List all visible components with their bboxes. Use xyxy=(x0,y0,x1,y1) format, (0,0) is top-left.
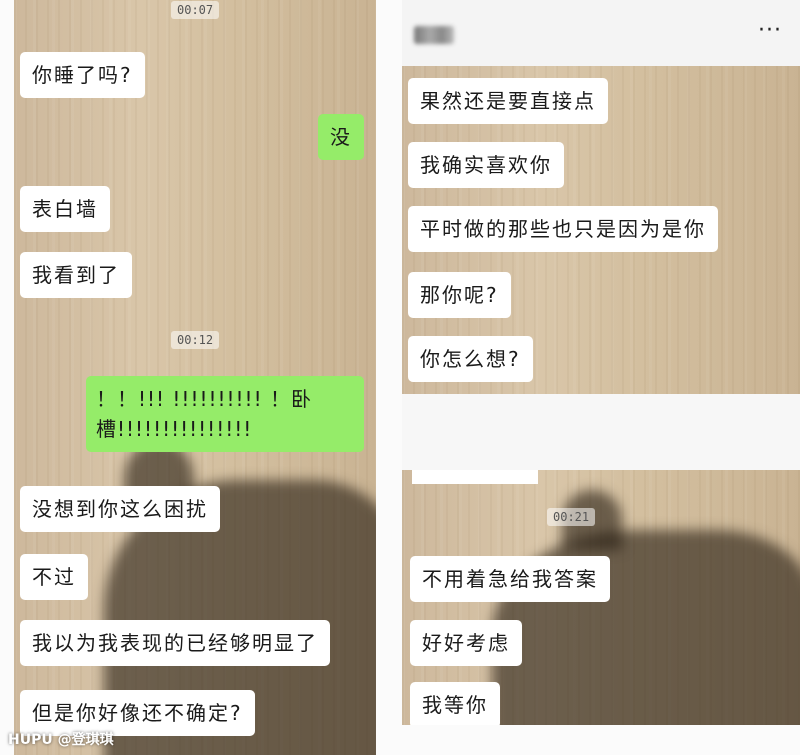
right-chat-panel-top: 果然还是要直接点 我确实喜欢你 平时做的那些也只是因为是你 那你呢? 你怎么想? xyxy=(402,66,800,394)
message-bubble: 我看到了 xyxy=(20,252,132,298)
message-bubble: 我确实喜欢你 xyxy=(408,142,564,188)
timestamp: 00:12 xyxy=(171,331,220,349)
message-bubble-sent: 没 xyxy=(318,114,364,160)
blurred-contact-name xyxy=(414,26,454,44)
message-bubble: 我以为我表现的已经够明显了 xyxy=(20,620,330,666)
message-bubble: 你睡了吗? xyxy=(20,52,145,98)
message-bubble: 不用着急给我答案 xyxy=(410,556,610,602)
message-bubble: 你怎么想? xyxy=(408,336,533,382)
message-bubble: 好好考虑 xyxy=(410,620,522,666)
more-icon[interactable]: ··· xyxy=(758,18,782,43)
timestamp: 00:21 xyxy=(547,508,596,526)
message-bubble: 不过 xyxy=(20,554,88,600)
screenshot-gap xyxy=(402,394,800,470)
left-chat-panel: 00:07 你睡了吗? 没 表白墙 我看到了 00:12 ！！!!! !!!!!… xyxy=(14,0,376,755)
message-bubble: 平时做的那些也只是因为是你 xyxy=(408,206,718,252)
chat-header: ··· xyxy=(402,0,800,67)
cropped-bubble-remnant xyxy=(412,470,538,484)
message-line: ！！!!! !!!!!!!!!! ！卧 xyxy=(96,387,312,411)
message-bubble: 表白墙 xyxy=(20,186,110,232)
right-chat-panel-bottom: 00:21 不用着急给我答案 好好考虑 我等你 xyxy=(402,470,800,725)
message-bubble: 那你呢? xyxy=(408,272,511,318)
timestamp: 00:07 xyxy=(171,1,220,19)
message-bubble: 果然还是要直接点 xyxy=(408,78,608,124)
message-line: 槽!!!!!!!!!!!!!!! xyxy=(96,417,253,441)
watermark: HUPU @登琪琪 xyxy=(8,732,114,748)
message-bubble-sent: ！！!!! !!!!!!!!!! ！卧 槽!!!!!!!!!!!!!!! xyxy=(86,376,364,452)
message-bubble: 没想到你这么困扰 xyxy=(20,486,220,532)
message-bubble: 我等你 xyxy=(410,682,500,725)
